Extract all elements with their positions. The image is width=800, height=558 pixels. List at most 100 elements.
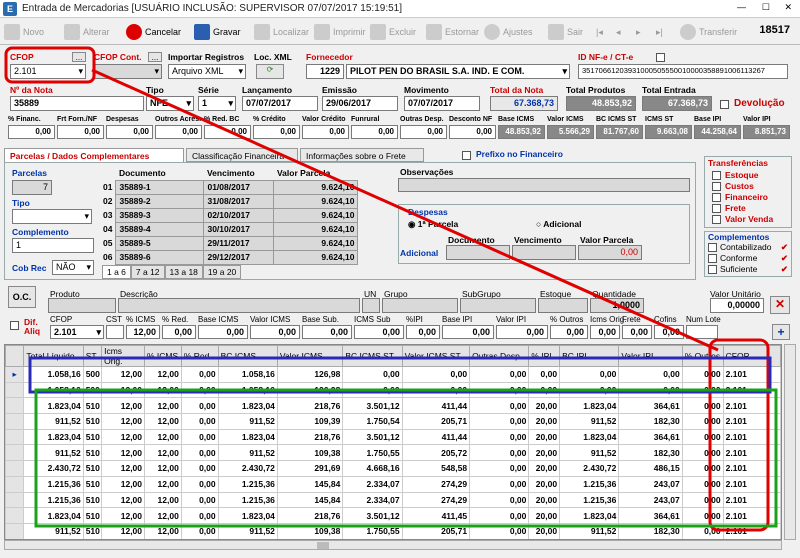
dif-aliq-checkbox[interactable]	[10, 320, 19, 331]
row-indicator[interactable]	[5, 507, 25, 524]
complemento-checkbox[interactable]	[708, 254, 717, 264]
item-tax-value[interactable]: 2.101	[50, 325, 104, 339]
parcela-valor[interactable]: 9.624,10	[273, 249, 359, 265]
totals-value[interactable]: 0,00	[106, 125, 153, 139]
parcelas-count[interactable]: 7	[12, 180, 52, 195]
item-tax-value[interactable]: 0,00	[162, 325, 196, 339]
nav-last-button[interactable]: ▸|	[656, 21, 663, 43]
grid-header-cell[interactable]: Valor ICMS	[276, 345, 344, 367]
quantidade-field[interactable]: 1,0000	[590, 298, 644, 313]
parcela-doc[interactable]: 35889-5	[115, 235, 205, 251]
parcela-page-tab[interactable]: 19 a 20	[202, 265, 242, 279]
complemento-item[interactable]: Conforme ✔	[708, 253, 788, 264]
transferencia-checkbox[interactable]	[712, 215, 721, 225]
cfop-select[interactable]: 2.101	[10, 64, 86, 79]
parcela-valor[interactable]: 9.624,10	[273, 193, 359, 209]
parcela-row[interactable]: 05 35889-5 29/11/2017 9.624,10	[100, 235, 359, 251]
transferencia-checkbox[interactable]	[712, 182, 721, 192]
totals-value[interactable]: 0,00	[449, 125, 496, 139]
tipo-parcela-select[interactable]	[12, 209, 92, 224]
ajustes-button[interactable]: Ajustes	[484, 21, 533, 43]
despesas-opt2-radio[interactable]: ○ Adicional	[536, 219, 581, 229]
imprimir-button[interactable]: Imprimir	[314, 21, 366, 43]
item-tax-value[interactable]: 0,00	[302, 325, 352, 339]
descricao-field[interactable]	[118, 298, 360, 313]
excluir-button[interactable]: Excluir	[370, 21, 416, 43]
grid-header-cell[interactable]: CFOP	[722, 345, 781, 367]
subgrupo-field[interactable]	[460, 298, 536, 313]
item-tax-value[interactable]: 0,00	[654, 325, 684, 339]
transferencia-item[interactable]: Estoque	[712, 170, 773, 181]
parcela-doc[interactable]: 35889-3	[115, 207, 205, 223]
maximize-button[interactable]: ☐	[762, 2, 770, 13]
localizar-button[interactable]: Localizar	[254, 21, 309, 43]
un-field[interactable]	[362, 298, 380, 313]
item-tax-value[interactable]: 0,00	[550, 325, 588, 339]
parcela-row[interactable]: 04 35889-4 30/10/2017 9.624,10	[100, 221, 359, 237]
valor-unit-field[interactable]: 0,00000	[710, 298, 764, 313]
table-row[interactable]: 911,52 510 12,00 12,00 0,00 911,52 109,39 1.750…	[5, 413, 781, 430]
totals-value[interactable]: 0,00	[302, 125, 349, 139]
transferencia-checkbox[interactable]	[712, 193, 721, 203]
row-indicator[interactable]	[5, 522, 25, 539]
idnfe-field[interactable]: 3517066120393100050555001000035889100611…	[578, 64, 788, 79]
grid-hscrollbar[interactable]	[4, 540, 782, 550]
grid-header-cell[interactable]: Icms Orig.	[101, 345, 146, 367]
grid-header-cell[interactable]: Valor IPI	[618, 345, 683, 367]
parcela-venc[interactable]: 29/11/2017	[203, 235, 275, 251]
import-select[interactable]: Arquivo XML	[168, 64, 246, 79]
parcela-venc[interactable]: 29/12/2017	[203, 249, 275, 265]
row-indicator[interactable]	[5, 444, 25, 462]
produto-field[interactable]	[48, 298, 116, 313]
parcela-valor[interactable]: 9.624,10	[273, 207, 359, 223]
table-row[interactable]: 1.823,04 510 12,00 12,00 0,00 1.823,04 218,76 3…	[5, 397, 781, 415]
parcela-venc[interactable]: 30/10/2017	[203, 221, 275, 237]
tab-parcelas[interactable]: Parcelas / Dados Complementares	[4, 148, 184, 162]
item-tax-value[interactable]: 0,00	[442, 325, 494, 339]
gravar-button[interactable]: Gravar	[194, 21, 241, 43]
despesa-doc-field[interactable]	[446, 245, 510, 260]
cobrec-select[interactable]: NÃO	[52, 260, 94, 275]
complemento-item[interactable]: Suficiente ✔	[708, 264, 788, 275]
parcela-row[interactable]: 02 35889-2 31/08/2017 9.624,10	[100, 193, 359, 209]
complemento-item[interactable]: Contabilizado ✔	[708, 242, 788, 253]
item-tax-value[interactable]: 0,00	[406, 325, 440, 339]
despesa-venc-field[interactable]	[512, 245, 576, 260]
totals-value[interactable]: 0,00	[8, 125, 55, 139]
totals-value[interactable]: 0,00	[351, 125, 398, 139]
parcela-valor[interactable]: 9.624,10	[273, 179, 359, 195]
parcela-page-tab[interactable]: 1 a 6	[102, 265, 131, 279]
table-row[interactable]: 1.058,16 500 12,00 12,00 0,00 1.058,16 126,98 0…	[5, 381, 781, 399]
grid-vscrollbar[interactable]	[784, 344, 796, 540]
item-tax-value[interactable]: 12,00	[126, 325, 160, 339]
totals-value[interactable]: 0,00	[57, 125, 104, 139]
parcela-row[interactable]: 03 35889-3 02/10/2017 9.624,10	[100, 207, 359, 223]
parcela-row[interactable]: 01 35889-1 01/08/2017 9.624,10	[100, 179, 359, 195]
cfop-cont-select[interactable]	[94, 64, 162, 79]
totals-value[interactable]: 0,00	[400, 125, 447, 139]
loc-xml-button[interactable]: ⟳	[256, 64, 284, 79]
table-row[interactable]: ▸ 1.058,16 500 12,00 12,00 0,00 1.058,16 126,98…	[5, 366, 781, 383]
parcela-page-tab[interactable]: 7 a 12	[130, 265, 165, 279]
transferencia-item[interactable]: Valor Venda	[712, 214, 773, 225]
tab-classificacao[interactable]: Classificação Financeira	[186, 148, 298, 162]
emissao-field[interactable]: 29/06/2017	[322, 96, 398, 111]
transferencia-item[interactable]: Custos	[712, 181, 773, 192]
totals-value[interactable]: 0,00	[204, 125, 251, 139]
parcela-doc[interactable]: 35889-4	[115, 221, 205, 237]
nav-first-button[interactable]: |◂	[596, 21, 603, 43]
transferencia-item[interactable]: Financeiro	[712, 192, 773, 203]
parcela-doc[interactable]: 35889-1	[115, 179, 205, 195]
parcela-doc[interactable]: 35889-2	[115, 193, 205, 209]
parcela-page-tab[interactable]: 13 a 18	[164, 265, 203, 279]
parcela-venc[interactable]: 31/08/2017	[203, 193, 275, 209]
grid-header-cell[interactable]: BC IPI	[559, 345, 620, 367]
grid-header-cell[interactable]: BC ICMS ST	[342, 345, 403, 367]
table-row[interactable]: 1.215,36 510 12,00 12,00 0,00 1.215,36 145,84 2…	[5, 475, 781, 493]
item-tax-value[interactable]: 0,00	[250, 325, 300, 339]
add-item-button[interactable]: +	[772, 324, 790, 340]
row-indicator[interactable]	[5, 413, 25, 430]
grid-header-cell[interactable]: BC ICMS	[217, 345, 278, 367]
parcela-row[interactable]: 06 35889-6 29/12/2017 9.624,10	[100, 249, 359, 265]
grid-header-cell[interactable]: Total Líquido	[23, 345, 84, 367]
